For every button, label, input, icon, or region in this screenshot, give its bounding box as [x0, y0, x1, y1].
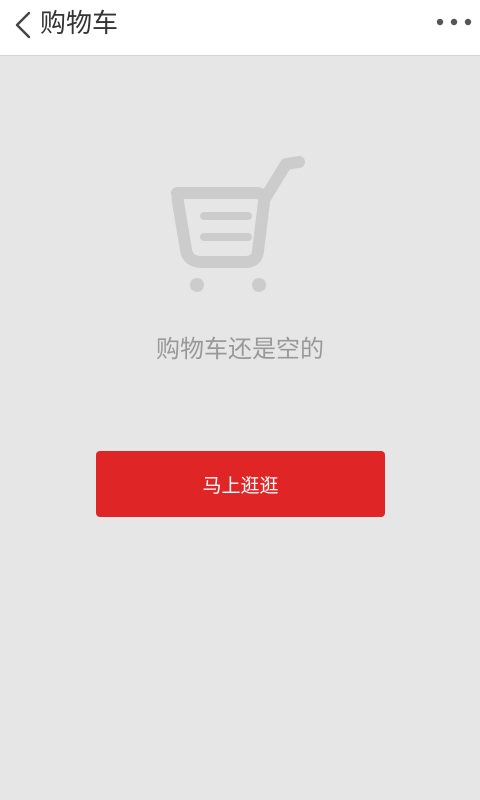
shopping-cart-icon	[171, 156, 305, 292]
chevron-left-icon	[15, 11, 31, 39]
more-dots-icon	[436, 18, 472, 26]
empty-cart-message: 购物车还是空的	[156, 335, 324, 363]
back-button[interactable]: 购物车	[0, 0, 150, 56]
more-button[interactable]	[434, 8, 474, 36]
top-app-bar: 购物车	[0, 0, 480, 56]
shop-now-button[interactable]: 马上逛逛	[96, 451, 385, 517]
page-title: 购物车	[40, 9, 119, 39]
